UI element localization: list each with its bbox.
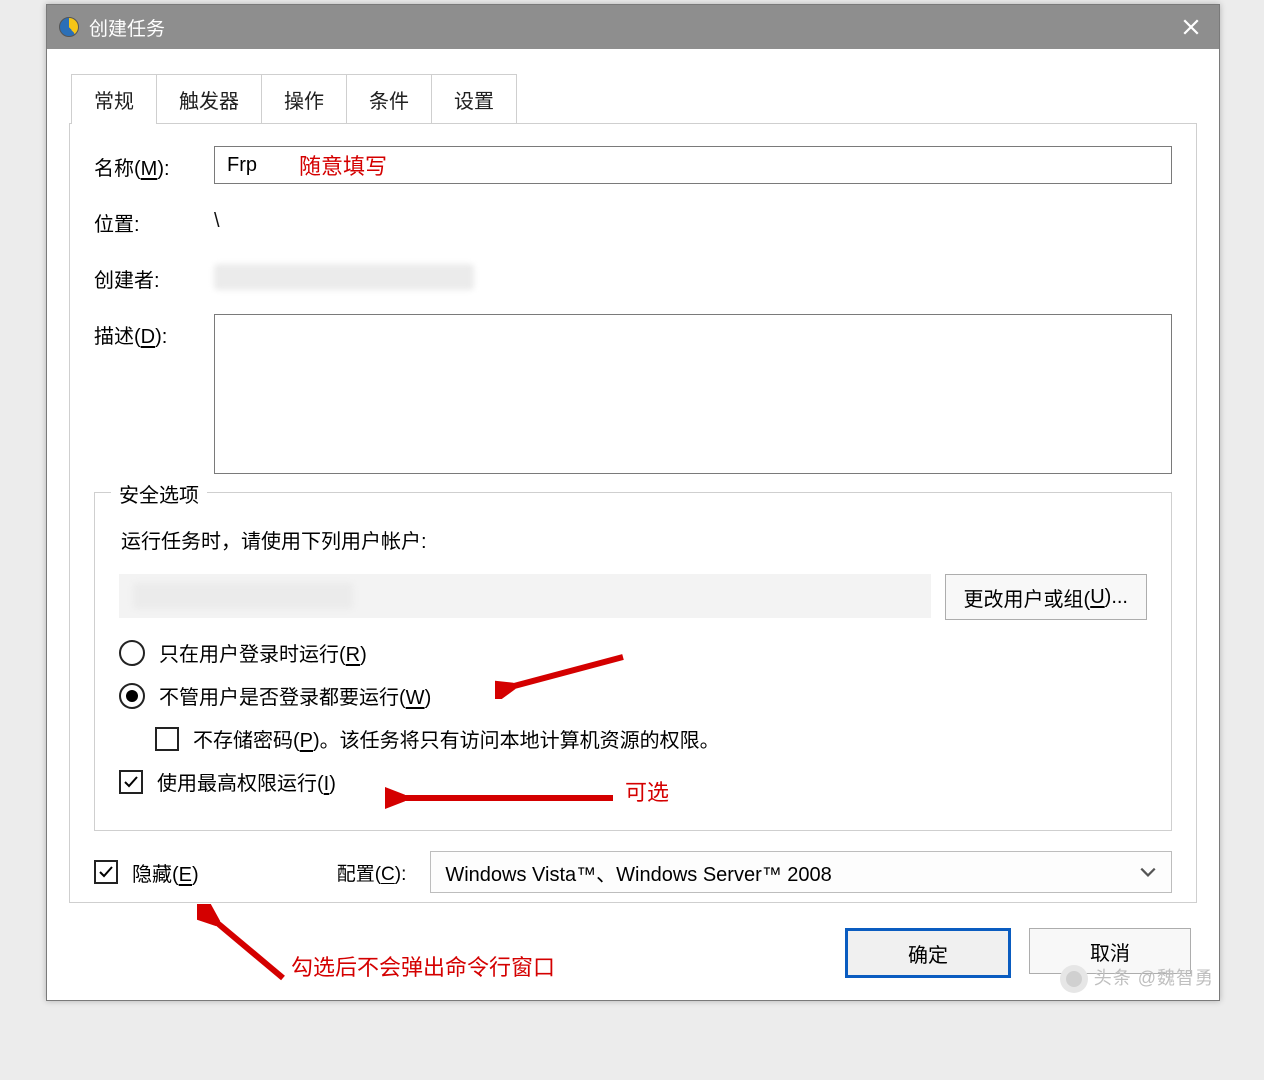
close-icon <box>1182 18 1200 36</box>
name-input-value[interactable] <box>225 153 289 178</box>
annotation-hidden-hint: 勾选后不会弹出命令行窗口 <box>291 950 555 982</box>
security-legend: 安全选项 <box>111 479 207 508</box>
radio-icon <box>119 640 145 666</box>
run-as-text: 运行任务时，请使用下列用户帐户: <box>121 525 1147 554</box>
description-input[interactable] <box>214 314 1172 474</box>
check-icon <box>123 774 139 790</box>
configure-select[interactable]: Windows Vista™、Windows Server™ 2008 <box>430 851 1172 893</box>
check-icon <box>98 864 114 880</box>
run-as-user-box <box>119 574 931 618</box>
chevron-down-icon <box>1139 863 1157 881</box>
tab-conditions[interactable]: 条件 <box>346 74 432 124</box>
checkbox-highest-privileges[interactable]: 使用最高权限运行(I) <box>119 767 1147 796</box>
name-label: 名称(M): <box>94 146 214 181</box>
tab-triggers[interactable]: 触发器 <box>156 74 262 124</box>
window-title: 创建任务 <box>89 14 165 41</box>
radio-run-whether-logged-on[interactable]: 不管用户是否登录都要运行(W) <box>119 681 1147 710</box>
checkbox-icon <box>155 727 179 751</box>
configure-value: Windows Vista™、Windows Server™ 2008 <box>445 858 831 887</box>
cancel-button[interactable]: 取消 <box>1029 928 1191 974</box>
radio-icon <box>119 683 145 709</box>
description-label: 描述(D): <box>94 314 214 349</box>
configure-label: 配置(C): <box>337 859 407 886</box>
location-value: \ <box>214 202 1172 240</box>
author-value <box>214 258 1172 296</box>
titlebar: 创建任务 <box>47 5 1219 49</box>
tab-general[interactable]: 常规 <box>71 74 157 124</box>
annotation-name-hint: 随意填写 <box>299 149 387 181</box>
author-label: 创建者: <box>94 258 214 293</box>
tasksched-icon <box>59 17 79 37</box>
ok-button[interactable]: 确定 <box>845 928 1011 978</box>
radio-run-when-logged-on[interactable]: 只在用户登录时运行(R) <box>119 638 1147 667</box>
dialog-window: 创建任务 常规 触发器 操作 条件 设置 名称(M): <box>46 4 1220 1001</box>
tab-actions[interactable]: 操作 <box>261 74 347 124</box>
checkbox-hidden[interactable]: 隐藏(E) <box>94 858 199 887</box>
tabstrip: 常规 触发器 操作 条件 设置 <box>71 73 1197 123</box>
change-user-button[interactable]: 更改用户或组(U)... <box>945 574 1147 620</box>
tabpage-general: 名称(M): 随意填写 位置: \ 创建者: <box>69 123 1197 903</box>
location-label: 位置: <box>94 202 214 237</box>
checkbox-icon <box>119 770 143 794</box>
name-input[interactable]: 随意填写 <box>214 146 1172 184</box>
checkbox-icon <box>94 860 118 884</box>
close-button[interactable] <box>1163 5 1219 49</box>
annotation-arrow-3 <box>197 904 287 984</box>
tab-settings[interactable]: 设置 <box>431 74 517 124</box>
checkbox-no-store-password[interactable]: 不存储密码(P)。该任务将只有访问本地计算机资源的权限。 <box>155 724 1147 753</box>
security-options-group: 安全选项 运行任务时，请使用下列用户帐户: 更改用户或组(U)... 只在用户登… <box>94 492 1172 831</box>
